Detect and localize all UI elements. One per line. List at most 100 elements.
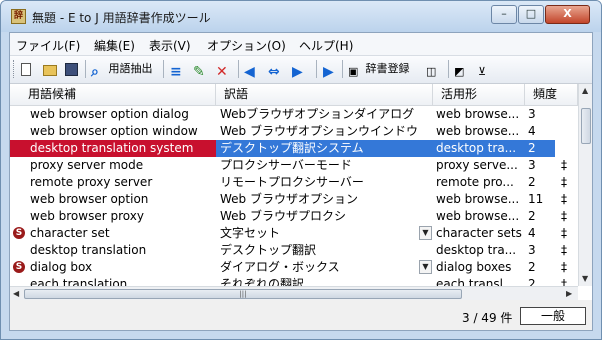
- cell-translation[interactable]: デスクトップ翻訳システム: [216, 140, 433, 157]
- dropdown-arrow-icon[interactable]: ▼: [419, 226, 432, 240]
- cell-extra[interactable]: ‡: [555, 259, 578, 276]
- scroll-down-icon[interactable]: ▼: [582, 274, 588, 283]
- cell-form[interactable]: web browse...: [433, 191, 525, 208]
- cell-form[interactable]: web browse...: [433, 106, 525, 123]
- sort-button[interactable]: ≡: [170, 59, 184, 80]
- table-row[interactable]: web browser option window Web ブラウザオプションウイ…: [10, 123, 578, 140]
- cell-extra[interactable]: [555, 140, 578, 157]
- cell-form[interactable]: proxy serve...: [433, 157, 525, 174]
- column-header-frequency[interactable]: 頻度: [525, 84, 578, 105]
- cell-extra[interactable]: ‡: [555, 242, 578, 259]
- cell-term[interactable]: web browser proxy: [10, 208, 216, 225]
- cell-extra[interactable]: ‡: [555, 208, 578, 225]
- table-row[interactable]: desktop translation system デスクトップ翻訳システム de…: [10, 140, 578, 157]
- cell-frequency[interactable]: 2: [525, 208, 555, 225]
- cell-translation[interactable]: Webブラウザオプションダイアログ: [216, 106, 433, 123]
- cell-translation[interactable]: プロクシサーバーモード: [216, 157, 433, 174]
- cell-form[interactable]: desktop tra...: [433, 242, 525, 259]
- cell-extra[interactable]: [555, 106, 578, 123]
- cell-extra[interactable]: ‡: [555, 191, 578, 208]
- cell-term[interactable]: character set S: [10, 225, 216, 242]
- cell-frequency[interactable]: 4: [525, 225, 555, 242]
- cell-extra[interactable]: ‡: [555, 225, 578, 242]
- column-header-term[interactable]: 用語候補: [10, 84, 216, 105]
- extract-terms-button[interactable]: ⌕ 用語抽出: [91, 59, 153, 80]
- column-header-translation[interactable]: 訳語: [216, 84, 433, 105]
- cell-translation[interactable]: Web ブラウザオプション: [216, 191, 433, 208]
- cell-translation-text: Webブラウザオプションダイアログ: [220, 107, 415, 121]
- cell-term[interactable]: dialog box S: [10, 259, 216, 276]
- merge-button[interactable]: ⇔: [268, 59, 282, 80]
- cell-term[interactable]: web browser option window: [10, 123, 216, 140]
- table-row[interactable]: remote proxy server リモートプロクシサーバー remote pr…: [10, 174, 578, 191]
- menu-view[interactable]: 表示(V): [149, 37, 191, 54]
- delete-entry-button[interactable]: ✕: [216, 59, 230, 80]
- cell-translation[interactable]: 文字セット ▼: [216, 225, 433, 242]
- cell-term[interactable]: web browser option dialog: [10, 106, 216, 123]
- move-right-button[interactable]: ▶: [292, 59, 306, 80]
- cell-frequency[interactable]: 3: [525, 157, 555, 174]
- cell-form[interactable]: remote pro...: [433, 174, 525, 191]
- dictionary-settings-button[interactable]: ◫: [426, 59, 440, 79]
- cell-translation[interactable]: Web ブラウザオプションウインドウ: [216, 123, 433, 140]
- table-row[interactable]: web browser option Web ブラウザオプション web brows…: [10, 191, 578, 208]
- cell-form[interactable]: dialog boxes: [433, 259, 525, 276]
- cell-translation[interactable]: ダイアログ・ボックス ▼: [216, 259, 433, 276]
- dropdown-arrow-icon[interactable]: ▼: [419, 260, 432, 274]
- cell-translation[interactable]: Web ブラウザプロクシ: [216, 208, 433, 225]
- menu-options[interactable]: オプション(O): [207, 37, 286, 54]
- cell-term[interactable]: proxy server mode: [10, 157, 216, 174]
- cell-extra[interactable]: ‡: [555, 174, 578, 191]
- cell-frequency[interactable]: 4: [525, 123, 555, 140]
- column-header-form[interactable]: 活用形: [433, 84, 525, 105]
- cell-form[interactable]: web browse...: [433, 208, 525, 225]
- cell-form[interactable]: web browse...: [433, 123, 525, 140]
- scroll-right-icon[interactable]: ▶: [566, 289, 572, 298]
- vertical-scroll-thumb[interactable]: [581, 108, 591, 144]
- vertical-scrollbar[interactable]: ▲ ▼: [578, 84, 592, 286]
- cell-frequency[interactable]: 3: [525, 106, 555, 123]
- title-bar[interactable]: 辞 無題 - E to J 用語辞書作成ツール – □ X: [1, 1, 601, 32]
- cell-extra[interactable]: [555, 123, 578, 140]
- table-row[interactable]: dialog box S ダイアログ・ボックス ▼ dialog boxes 2 ‡: [10, 259, 578, 276]
- cell-term[interactable]: desktop translation: [10, 242, 216, 259]
- cell-term[interactable]: desktop translation system: [10, 140, 216, 157]
- menu-help[interactable]: ヘルプ(H): [299, 37, 353, 54]
- cell-frequency[interactable]: 2: [525, 140, 555, 157]
- cell-translation[interactable]: リモートプロクシサーバー: [216, 174, 433, 191]
- open-file-button[interactable]: [43, 59, 57, 79]
- menu-edit[interactable]: 編集(E): [94, 37, 135, 54]
- scroll-left-icon[interactable]: ◀: [13, 289, 19, 298]
- cell-extra[interactable]: ‡: [555, 157, 578, 174]
- cell-frequency[interactable]: 3: [525, 242, 555, 259]
- export-button[interactable]: ◩: [454, 59, 468, 79]
- cell-translation[interactable]: デスクトップ翻訳: [216, 242, 433, 259]
- move-left-button[interactable]: ◀: [244, 59, 258, 80]
- menu-file[interactable]: ファイル(F): [16, 37, 80, 54]
- register-dictionary-button[interactable]: ▣ 辞書登録: [348, 59, 410, 79]
- save-file-button[interactable]: [65, 59, 78, 79]
- minimize-button[interactable]: –: [491, 5, 517, 24]
- maximize-button[interactable]: □: [518, 5, 544, 24]
- cell-frequency[interactable]: 11: [525, 191, 555, 208]
- cell-frequency[interactable]: 2: [525, 174, 555, 191]
- table-row[interactable]: web browser proxy Web ブラウザプロクシ web browse.…: [10, 208, 578, 225]
- cell-term[interactable]: remote proxy server: [10, 174, 216, 191]
- scroll-up-icon[interactable]: ▲: [582, 86, 588, 95]
- table-row[interactable]: desktop translation デスクトップ翻訳 desktop tra..…: [10, 242, 578, 259]
- cell-term[interactable]: web browser option: [10, 191, 216, 208]
- table-row[interactable]: character set S 文字セット ▼ character sets 4 ‡: [10, 225, 578, 242]
- filter-button[interactable]: ⊻: [478, 59, 492, 79]
- cell-form[interactable]: desktop tra...: [433, 140, 525, 157]
- edit-entry-button[interactable]: ✎: [193, 59, 207, 80]
- table-row[interactable]: proxy server mode プロクシサーバーモード proxy serve.…: [10, 157, 578, 174]
- horizontal-scrollbar[interactable]: ◀ ||| ▶: [10, 286, 578, 300]
- close-button[interactable]: X: [545, 5, 590, 24]
- run-button[interactable]: ▶: [323, 59, 337, 80]
- cell-form[interactable]: character sets: [433, 225, 525, 242]
- cell-frequency[interactable]: 2: [525, 259, 555, 276]
- toolbar-grip[interactable]: [13, 60, 17, 78]
- horizontal-scroll-thumb[interactable]: |||: [24, 289, 462, 299]
- table-row[interactable]: web browser option dialog Webブラウザオプションダイア…: [10, 106, 578, 123]
- new-file-button[interactable]: [21, 59, 31, 79]
